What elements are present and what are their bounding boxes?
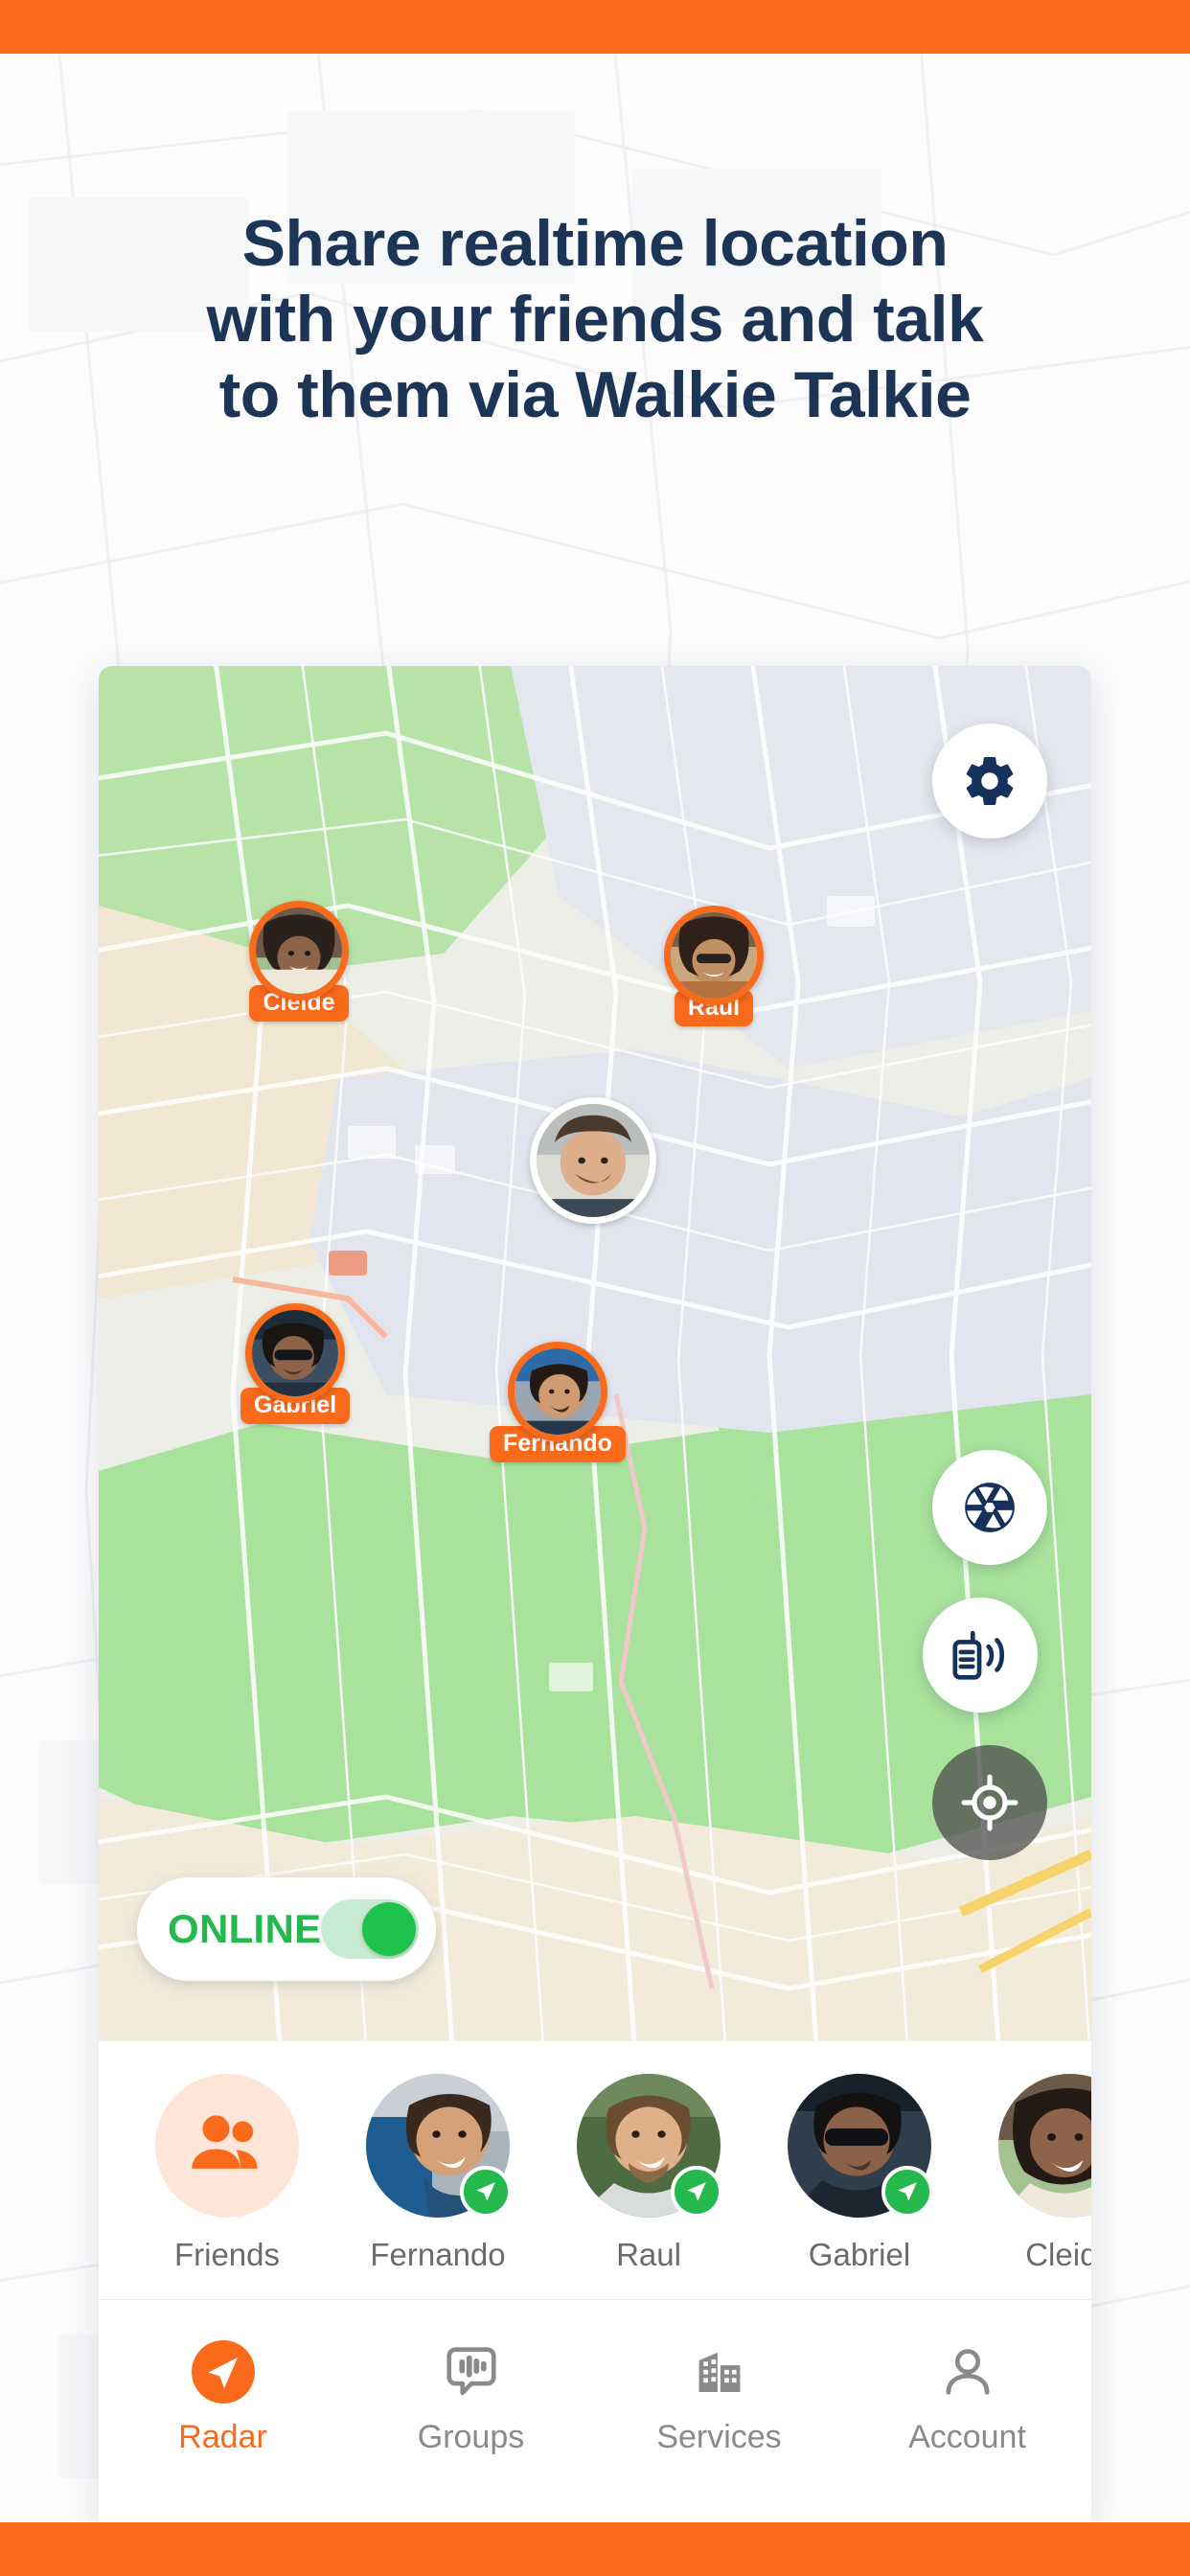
friends-strip-item-friends[interactable]: Friends <box>141 2074 313 2273</box>
tab-radar[interactable]: Radar <box>99 2333 347 2456</box>
friends-strip-item-raul[interactable]: Raul <box>562 2074 735 2273</box>
navigation-arrow-icon <box>191 2333 255 2411</box>
headline-line-2: with your friends and talk <box>206 282 984 356</box>
friends-strip[interactable]: Friends Fernando Raul Gabriel Clei <box>99 2040 1091 2299</box>
tab-label: Services <box>656 2419 782 2455</box>
avatar <box>577 2074 722 2218</box>
map-camera-button[interactable] <box>932 1450 1047 1565</box>
walkie-talkie-icon <box>949 1625 1012 1685</box>
tab-services[interactable]: Services <box>595 2333 843 2456</box>
avatar-photo <box>998 2074 1091 2218</box>
page-title: Share realtime location with your friend… <box>0 206 1190 433</box>
map-marker-self[interactable] <box>530 1097 656 1224</box>
online-status-toggle[interactable]: ONLINE <box>137 1877 436 1981</box>
phone-screenshot: Cleide Raul Gabriel Fernando ONLINE Frie… <box>99 666 1091 2530</box>
friends-group-icon-wrap <box>155 2074 299 2218</box>
tab-label: Groups <box>417 2419 525 2455</box>
map-locate-button[interactable] <box>932 1745 1047 1860</box>
map-marker-gabriel[interactable]: Gabriel <box>240 1303 351 1424</box>
buildings-icon <box>691 2333 748 2411</box>
toggle-knob <box>362 1902 416 1956</box>
tab-label: Radar <box>178 2419 267 2455</box>
avatar <box>530 1097 656 1224</box>
online-badge <box>671 2166 722 2218</box>
friends-strip-label: Raul <box>616 2237 681 2272</box>
friends-strip-label: Gabriel <box>808 2237 911 2272</box>
online-toggle-switch[interactable] <box>321 1899 419 1959</box>
gear-icon <box>961 752 1018 810</box>
bottom-orange-band <box>0 2522 1190 2576</box>
online-badge <box>460 2166 512 2218</box>
online-status-label: ONLINE <box>168 1906 322 1951</box>
aperture-icon <box>960 1478 1019 1537</box>
people-icon <box>187 2111 267 2181</box>
friends-strip-item-gabriel[interactable]: Gabriel <box>773 2074 946 2273</box>
headline-line-3: to them via Walkie Talkie <box>218 357 972 431</box>
map-marker-raul[interactable]: Raul <box>664 906 764 1026</box>
map-settings-button[interactable] <box>932 724 1047 839</box>
tab-account[interactable]: Account <box>843 2333 1091 2456</box>
avatar <box>788 2074 933 2218</box>
map-marker-fernando[interactable]: Fernando <box>490 1342 626 1462</box>
map-walkie-talkie-button[interactable] <box>923 1598 1038 1713</box>
map-marker-cleide[interactable]: Cleide <box>249 901 349 1022</box>
headline-line-1: Share realtime location <box>241 207 949 280</box>
avatar <box>245 1303 346 1403</box>
friends-strip-label: Cleide <box>1025 2237 1091 2272</box>
online-badge <box>881 2166 933 2218</box>
person-icon <box>939 2333 996 2411</box>
tab-groups[interactable]: Groups <box>347 2333 595 2456</box>
friends-strip-label: Fernando <box>370 2237 506 2272</box>
avatar <box>507 1342 607 1441</box>
tab-label: Account <box>908 2419 1026 2455</box>
map-view[interactable]: Cleide Raul Gabriel Fernando ONLINE <box>99 666 1091 2040</box>
avatar <box>998 2074 1091 2218</box>
friends-strip-label: Friends <box>173 2237 281 2272</box>
bottom-tab-bar[interactable]: Radar Groups Services Account <box>99 2299 1091 2530</box>
avatar <box>664 906 764 1005</box>
friends-strip-item-cleide[interactable]: Cleide <box>984 2074 1091 2273</box>
avatar <box>366 2074 512 2218</box>
top-orange-band <box>0 0 1190 54</box>
avatar <box>249 901 349 1000</box>
friends-strip-item-fernando[interactable]: Fernando <box>352 2074 524 2273</box>
voice-bubble-icon <box>442 2333 501 2411</box>
crosshair-icon <box>960 1773 1019 1832</box>
